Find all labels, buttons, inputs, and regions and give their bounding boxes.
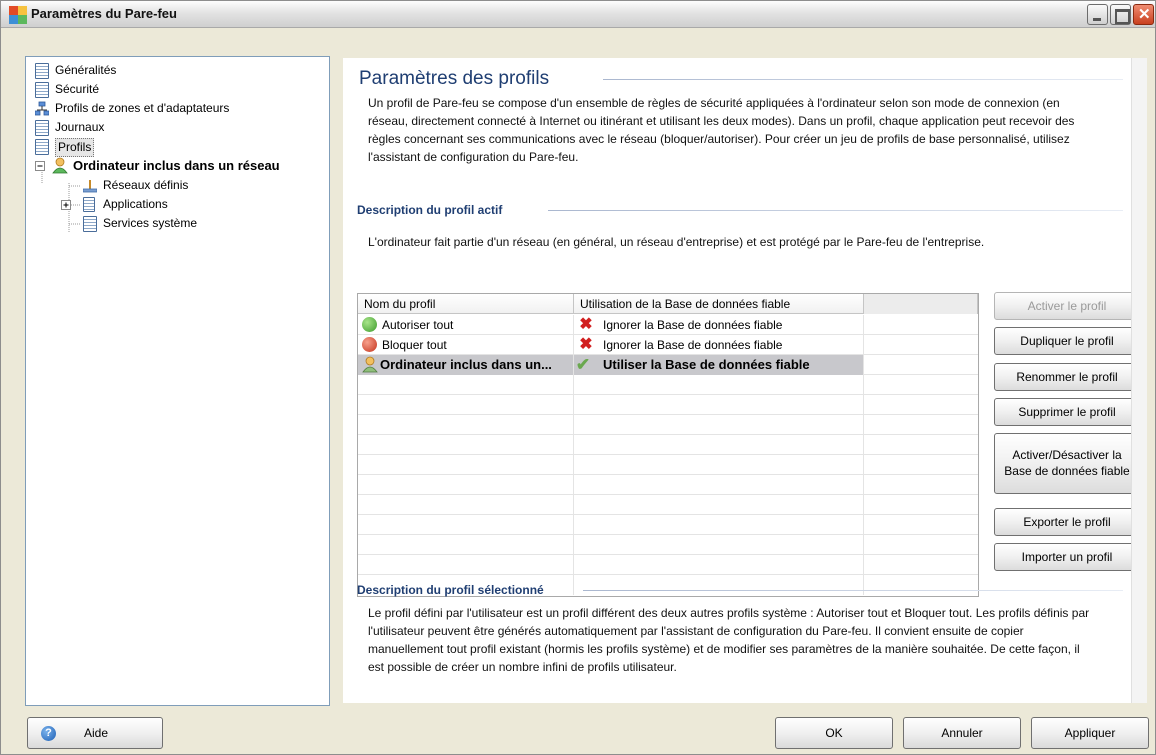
selected-profile-description: Le profil défini par l'utilisateur est u…: [368, 606, 1090, 674]
apply-button[interactable]: Appliquer: [1031, 717, 1149, 749]
column-header-profile-name[interactable]: Nom du profil: [358, 294, 574, 314]
activate-profile-button[interactable]: Activer le profil: [994, 292, 1140, 320]
section-divider: [583, 590, 1123, 591]
ok-button[interactable]: OK: [775, 717, 893, 749]
cell-trusted-db: ✖ Ignorer la Base de données fiable: [574, 335, 864, 355]
maximize-button[interactable]: [1110, 4, 1131, 25]
table-row-empty: [358, 495, 978, 515]
delete-profile-button[interactable]: Supprimer le profil: [994, 398, 1140, 426]
document-icon: [35, 82, 49, 98]
toggle-trusted-db-button[interactable]: Activer/Désactiver la Base de données fi…: [994, 433, 1140, 494]
duplicate-profile-button[interactable]: Dupliquer le profil: [994, 327, 1140, 355]
selected-profile-heading: Description du profil sélectionné: [357, 583, 544, 597]
table-row-empty: [358, 515, 978, 535]
table-row[interactable]: Bloquer tout ✖ Ignorer la Base de donnée…: [358, 335, 978, 355]
close-button[interactable]: ✕: [1133, 4, 1154, 25]
close-icon: ✕: [1138, 6, 1151, 23]
document-icon: [83, 197, 95, 212]
column-header-trusted-db[interactable]: Utilisation de la Base de données fiable: [574, 294, 864, 314]
checkmark-icon: ✔: [575, 355, 591, 374]
title-bar[interactable]: Paramètres du Pare-feu ✕: [1, 1, 1155, 28]
window-title: Paramètres du Pare-feu: [31, 6, 177, 21]
active-profile-description: L'ordinateur fait partie d'un réseau (en…: [368, 235, 985, 249]
navigation-tree[interactable]: Généralités Sécurité Profils de zones et…: [25, 56, 330, 706]
table-row-empty: [358, 395, 978, 415]
table-row-empty: [358, 375, 978, 395]
title-divider: [603, 79, 1123, 80]
table-row-empty: [358, 475, 978, 495]
table-row-empty: [358, 415, 978, 435]
column-header-empty: [864, 294, 978, 314]
section-divider: [548, 210, 1123, 211]
rename-profile-button[interactable]: Renommer le profil: [994, 363, 1140, 391]
help-button[interactable]: ? Aide: [27, 717, 163, 749]
x-icon: ✖: [579, 316, 593, 333]
document-icon: [83, 216, 97, 232]
cell-trusted-db: ✖ Ignorer la Base de données fiable: [574, 315, 864, 335]
profiles-settings-panel: Paramètres des profils Un profil de Pare…: [343, 58, 1147, 703]
table-row-empty: [358, 555, 978, 575]
table-row-empty: [358, 455, 978, 475]
table-header: Nom du profil Utilisation de la Base de …: [358, 294, 978, 314]
intro-paragraph: Un profil de Pare-feu se compose d'un en…: [368, 96, 1075, 164]
cell-profile-name: Autoriser tout: [358, 315, 574, 335]
cell-profile-name: Ordinateur inclus dans un...: [358, 355, 574, 375]
scrollbar-track[interactable]: [1131, 58, 1147, 703]
page-title: Paramètres des profils: [359, 68, 550, 89]
x-icon: ✖: [579, 336, 593, 353]
allow-icon: [362, 317, 377, 332]
cancel-button[interactable]: Annuler: [903, 717, 1021, 749]
document-icon: [35, 120, 49, 136]
expand-icon[interactable]: [61, 200, 72, 211]
help-icon: ?: [41, 726, 56, 741]
minimize-button[interactable]: [1087, 4, 1108, 25]
table-row[interactable]: Autoriser tout ✖ Ignorer la Base de donn…: [358, 315, 978, 335]
network-connection-icon: [83, 180, 97, 193]
avg-logo-icon: [9, 6, 27, 24]
table-row-selected[interactable]: Ordinateur inclus dans un... ✔ Utiliser …: [358, 355, 978, 375]
cell-profile-name: Bloquer tout: [358, 335, 574, 355]
firewall-settings-window: Paramètres du Pare-feu ✕ Généralités Séc…: [0, 0, 1156, 755]
block-icon: [362, 337, 377, 352]
document-icon: [35, 63, 49, 79]
document-icon: [35, 139, 49, 155]
profiles-table[interactable]: Nom du profil Utilisation de la Base de …: [357, 293, 979, 597]
import-profile-button[interactable]: Importer un profil: [994, 543, 1140, 571]
user-profile-icon: [362, 356, 378, 373]
active-profile-heading: Description du profil actif: [357, 203, 503, 217]
network-icon: [35, 101, 49, 116]
table-row-empty: [358, 435, 978, 455]
table-row-empty: [358, 535, 978, 555]
collapse-icon[interactable]: [35, 161, 46, 172]
cell-trusted-db: ✔ Utiliser la Base de données fiable: [574, 355, 864, 375]
tree-item-applications[interactable]: Applications: [61, 196, 261, 215]
user-profile-icon: [52, 157, 68, 174]
export-profile-button[interactable]: Exporter le profil: [994, 508, 1140, 536]
